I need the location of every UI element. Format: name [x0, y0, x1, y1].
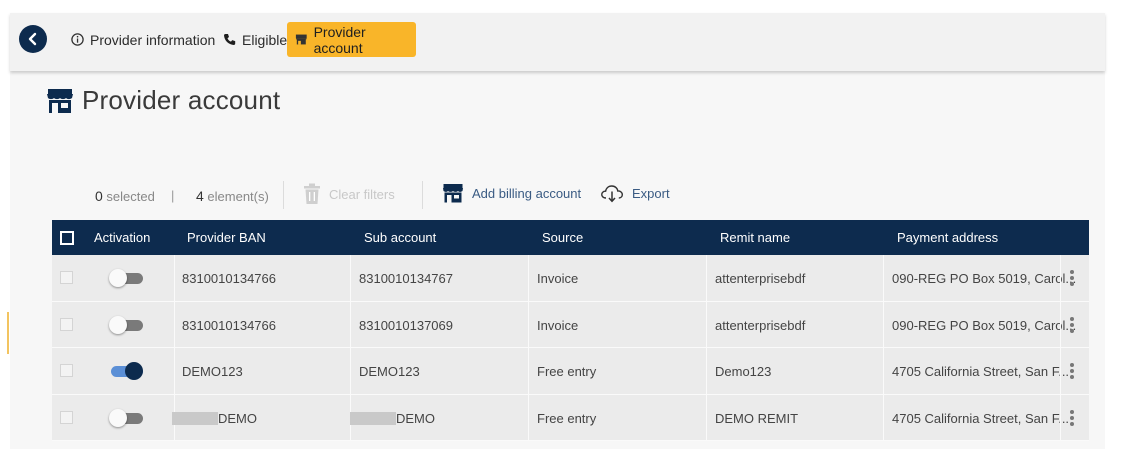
redacted-block [172, 411, 218, 425]
cell-source: Invoice [537, 317, 579, 333]
store-icon [47, 88, 73, 113]
column-header-activation[interactable]: Activation [94, 230, 150, 245]
chevron-left-icon [28, 32, 37, 46]
column-header-source[interactable]: Source [542, 230, 583, 245]
row-checkbox[interactable] [60, 271, 73, 284]
cell-provider-ban: DEMO [172, 411, 257, 426]
export-label: Export [632, 185, 670, 201]
cell-remit-name: attenterprisebdf [715, 317, 806, 333]
export-button[interactable]: Export [600, 183, 670, 203]
activation-toggle[interactable] [109, 408, 143, 427]
cell-provider-ban: 8310010134766 [182, 271, 276, 286]
tab-provider-information[interactable]: Provider information [61, 22, 225, 57]
cell-remit-name: DEMO REMIT [715, 410, 799, 426]
cell-sub-account: 8310010134767 [359, 271, 453, 286]
activation-toggle[interactable] [109, 362, 143, 380]
table-row[interactable]: 8310010134766 8310010137069 Invoice atte… [52, 301, 1089, 348]
cell-sub-account: 8310010137069 [359, 317, 453, 333]
row-more-menu-icon[interactable] [1065, 314, 1079, 336]
counter-separator: | [171, 188, 175, 203]
toolbar-divider [283, 181, 284, 209]
table-header: Activation Provider BAN Sub account Sour… [52, 220, 1089, 255]
row-checkbox[interactable] [60, 317, 73, 331]
tab-label: Provider account [313, 23, 366, 56]
toolbar-divider [422, 181, 423, 209]
selected-label: selected [106, 189, 155, 204]
cell-payment-address: 090-REG PO Box 5019, Carol... [892, 317, 1077, 333]
cell-provider-ban: DEMO123 [182, 364, 243, 379]
cloud-download-icon [601, 185, 623, 203]
cell-sub-account: DEMO123 [359, 364, 420, 379]
back-button[interactable] [19, 25, 47, 53]
row-more-menu-icon[interactable] [1065, 407, 1079, 429]
cell-payment-address: 090-REG PO Box 5019, Carol... [892, 271, 1077, 286]
row-checkbox[interactable] [60, 364, 73, 377]
row-more-menu-icon[interactable] [1065, 267, 1079, 289]
cell-source: Free entry [537, 410, 597, 426]
cell-payment-address: 4705 California Street, San F... [892, 364, 1070, 379]
clear-filters-button[interactable]: Clear filters [303, 183, 395, 205]
cell-source: Invoice [537, 271, 579, 286]
tab-eligible[interactable]: Eligible [213, 22, 297, 57]
table-toolbar: 0 selected | 4 element(s) Clear filters [10, 181, 1105, 211]
info-icon [71, 33, 84, 46]
redacted-block [350, 411, 396, 425]
element-count: 4 [196, 188, 204, 204]
column-header-sub-account[interactable]: Sub account [364, 230, 436, 245]
selected-count: 0 [95, 188, 103, 204]
cell-provider-ban: 8310010134766 [182, 317, 276, 333]
cell-sub-account-text: DEMO [396, 410, 435, 426]
store-icon [295, 34, 307, 45]
page-header: Provider account [46, 85, 280, 116]
top-nav-bar: Provider information Eligible Provider a… [10, 13, 1105, 71]
activation-toggle[interactable] [109, 315, 143, 334]
add-billing-account-button[interactable]: Add billing account [442, 183, 581, 203]
column-header-provider-ban[interactable]: Provider BAN [187, 230, 266, 245]
row-more-menu-icon[interactable] [1065, 360, 1079, 382]
clear-filters-label: Clear filters [329, 186, 395, 202]
cell-provider-ban-text: DEMO [218, 410, 257, 426]
cell-source: Free entry [537, 364, 597, 379]
app-frame: Provider information Eligible Provider a… [10, 13, 1105, 449]
tab-label: Provider information [90, 31, 216, 48]
table-row[interactable]: DEMO DEMO Free entry DEMO REMIT 4705 Cal… [52, 394, 1089, 441]
tab-provider-account[interactable]: Provider account [287, 22, 416, 57]
selected-counter: 0 selected [95, 188, 155, 204]
row-checkbox[interactable] [60, 410, 73, 424]
cell-remit-name: Demo123 [715, 364, 772, 379]
table-row[interactable]: DEMO123 DEMO123 Free entry Demo123 4705 … [52, 348, 1089, 395]
element-counter: 4 element(s) [196, 188, 269, 204]
table-row[interactable]: 8310010134766 8310010134767 Invoice atte… [52, 255, 1089, 302]
tab-label: Eligible [242, 31, 288, 48]
cell-payment-address: 4705 California Street, San F... [892, 410, 1070, 426]
element-label: element(s) [207, 189, 269, 204]
store-icon [443, 184, 463, 203]
trash-icon [304, 183, 320, 204]
add-billing-account-label: Add billing account [472, 185, 582, 201]
billing-accounts-table: Activation Provider BAN Sub account Sour… [52, 220, 1089, 441]
cell-sub-account: DEMO [350, 411, 435, 426]
side-accent-marker [7, 312, 9, 354]
column-header-remit-name[interactable]: Remit name [720, 230, 790, 245]
page-title: Provider account [82, 85, 281, 115]
column-header-payment-address[interactable]: Payment address [897, 230, 998, 245]
phone-icon [224, 34, 236, 45]
activation-toggle[interactable] [109, 269, 143, 287]
select-all-checkbox[interactable] [60, 231, 74, 245]
cell-remit-name: attenterprisebdf [715, 271, 806, 286]
